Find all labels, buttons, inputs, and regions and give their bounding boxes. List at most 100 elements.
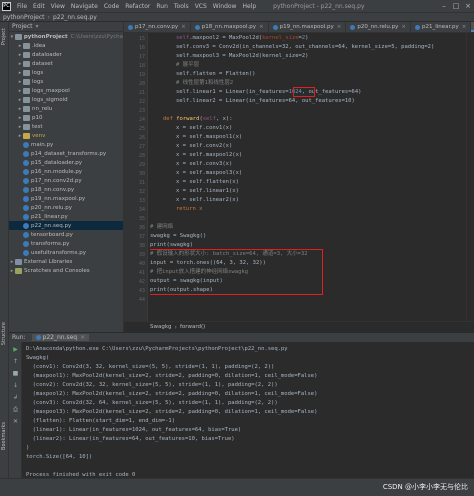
close-icon[interactable]: × [462, 2, 474, 10]
editor-tab[interactable]: p20_nn.relu.py × [346, 22, 411, 32]
stop-icon[interactable]: ■ [12, 370, 19, 377]
pycharm-logo-icon: PC [2, 1, 11, 11]
tree-item[interactable]: ▸ p10 [9, 113, 123, 122]
code-line: self.linear2 = Linear(in_features=64, ou… [176, 98, 355, 104]
maximize-icon[interactable]: □ [450, 2, 462, 10]
project-tool-tab[interactable]: Project [1, 28, 8, 45]
tree-item[interactable]: usefultransforms.py [9, 248, 123, 257]
tree-item[interactable]: p22_nn.seq.py [9, 221, 123, 230]
tree-item-label: p17_nn.conv2d.py [31, 177, 82, 184]
tree-item[interactable]: ▸ External Libraries [9, 257, 123, 266]
left-tool-strip: Project Structure Bookmarks [0, 22, 9, 496]
soft-wrap-icon[interactable]: ↲ [12, 394, 19, 401]
close-icon[interactable]: × [401, 24, 406, 30]
menu-view[interactable]: View [48, 3, 68, 10]
code-editor[interactable]: self.maxpool2 = MaxPool2d(kernel_size=2)… [150, 33, 466, 321]
tree-item-label: logs_sigmoid [32, 96, 68, 103]
line-number: 35 [138, 215, 145, 222]
structure-tool-tab[interactable]: Structure [1, 322, 8, 345]
tree-item[interactable]: p20_nn.relu.py [9, 203, 123, 212]
menu-file[interactable]: File [14, 3, 30, 10]
window-controls: – □ × [438, 2, 474, 10]
tree-item[interactable]: p18_nn.conv.py [9, 185, 123, 194]
down-arrow-icon[interactable]: ↓ [12, 382, 19, 389]
editor-tab[interactable]: p18_nn.maxpool.py × [191, 22, 269, 32]
breadcrumb-method[interactable]: forward() [180, 324, 205, 330]
menu-navigate[interactable]: Navigate [68, 3, 101, 10]
venv-folder-icon [23, 132, 30, 139]
rerun-icon[interactable]: ▶ [12, 346, 19, 353]
close-icon[interactable]: × [181, 24, 186, 30]
console-line: (maxpool1): MaxPool2d(kernel_size=2, str… [26, 373, 318, 379]
watermark: CSDN @小李小李无与伦比 [382, 483, 468, 491]
tree-item[interactable]: tensorboard.py [9, 230, 123, 239]
line-number: 25 [138, 125, 145, 132]
python-file-icon [23, 195, 29, 202]
tree-item[interactable]: main.py [9, 140, 123, 149]
tree-item[interactable]: ▸ logs_sigmoid [9, 95, 123, 104]
tree-item[interactable]: p17_nn.conv2d.py [9, 176, 123, 185]
close-icon[interactable]: × [80, 334, 85, 341]
python-file-icon [23, 204, 29, 211]
tree-item[interactable]: ▸ logs_maxpool [9, 86, 123, 95]
close-icon[interactable]: × [462, 24, 467, 30]
breadcrumb-file[interactable]: p22_nn.seq.py [53, 14, 97, 21]
line-number: 15 [138, 35, 145, 42]
console-line: (conv2): Conv2d(32, 32, kernel_size=(5, … [26, 382, 278, 388]
tree-item[interactable]: transforms.py [9, 239, 123, 248]
menu-window[interactable]: Window [210, 3, 240, 10]
editor-tab-label: p21_linear.py [421, 24, 459, 30]
breadcrumb-project[interactable]: pythonProject [3, 14, 45, 21]
run-console[interactable]: D:\Anaconda\python.exe C:\Users\zzu\Pych… [22, 342, 474, 478]
line-number: 27 [138, 143, 145, 150]
tree-item[interactable]: ▸ dataset [9, 59, 123, 68]
run-tab[interactable]: p22_nn.seq × [31, 334, 90, 341]
line-number: 31 [138, 179, 145, 186]
menu-edit[interactable]: Edit [30, 3, 48, 10]
up-arrow-icon[interactable]: ↑ [12, 358, 19, 365]
close-icon[interactable]: × [259, 24, 264, 30]
project-header-label[interactable]: Project [12, 23, 33, 30]
editor-tab[interactable]: p19_nn.maxpool.py × [269, 22, 347, 32]
menu-help[interactable]: Help [239, 3, 259, 10]
tree-item[interactable]: ▸ .idea [9, 41, 123, 50]
menu-code[interactable]: Code [101, 3, 122, 10]
console-line: (conv1): Conv2d(3, 32, kernel_size=(5, 5… [26, 364, 275, 370]
menu-tools[interactable]: Tools [171, 3, 192, 10]
tree-item[interactable]: p16_nn.module.py [9, 167, 123, 176]
code-line: x = self.maxpool2(x) [176, 152, 243, 158]
editor-tab[interactable]: p17_nn.conv.py × [124, 22, 191, 32]
project-root[interactable]: ▾ pythonProject C:\Users\zzu\Pycha [9, 32, 123, 41]
tree-item[interactable]: ▸ dataloader [9, 50, 123, 59]
tree-item[interactable]: p19_nn.maxpool.py [9, 194, 123, 203]
tree-item[interactable]: p21_linear.py [9, 212, 123, 221]
menu-refactor[interactable]: Refactor [122, 3, 153, 10]
tree-item[interactable]: ▸ logs [9, 77, 123, 86]
editor-tab[interactable]: p21_linear.py × [411, 22, 472, 32]
minimize-icon[interactable]: – [438, 2, 450, 10]
project-root-label: pythonProject [23, 33, 68, 40]
menu-run[interactable]: Run [153, 3, 171, 10]
tree-item-label: .idea [32, 42, 46, 49]
tree-item[interactable]: ▸ Scratches and Consoles [9, 266, 123, 275]
code-line: x = self.conv1(x) [176, 125, 233, 131]
code-breadcrumb: Swagkg › forward() [124, 321, 474, 332]
expand-icon[interactable]: ▾ [9, 34, 15, 40]
tree-item[interactable]: p15_dataloader.py [9, 158, 123, 167]
trash-icon[interactable]: ✕ [12, 418, 19, 425]
editor-tab-label: p18_nn.maxpool.py [201, 24, 256, 30]
print-icon[interactable]: ⎙ [12, 406, 19, 413]
chevron-down-icon[interactable]: ▾ [36, 23, 39, 30]
tree-item[interactable]: ▸ nn_relu [9, 104, 123, 113]
menu-vcs[interactable]: VCS [192, 3, 210, 10]
tree-item[interactable]: ▸ venv [9, 131, 123, 140]
tree-item[interactable]: ▸ test [9, 122, 123, 131]
bookmarks-tool-tab[interactable]: Bookmarks [1, 422, 8, 450]
code-line: def forward(self, x): [163, 116, 233, 122]
tree-item[interactable]: p14_dataset_transforms.py [9, 149, 123, 158]
editor-scrollbar[interactable] [466, 33, 474, 321]
breadcrumb-class[interactable]: Swagkg [150, 324, 172, 330]
close-icon[interactable]: × [337, 24, 342, 30]
tree-item[interactable]: ▸ logs [9, 68, 123, 77]
